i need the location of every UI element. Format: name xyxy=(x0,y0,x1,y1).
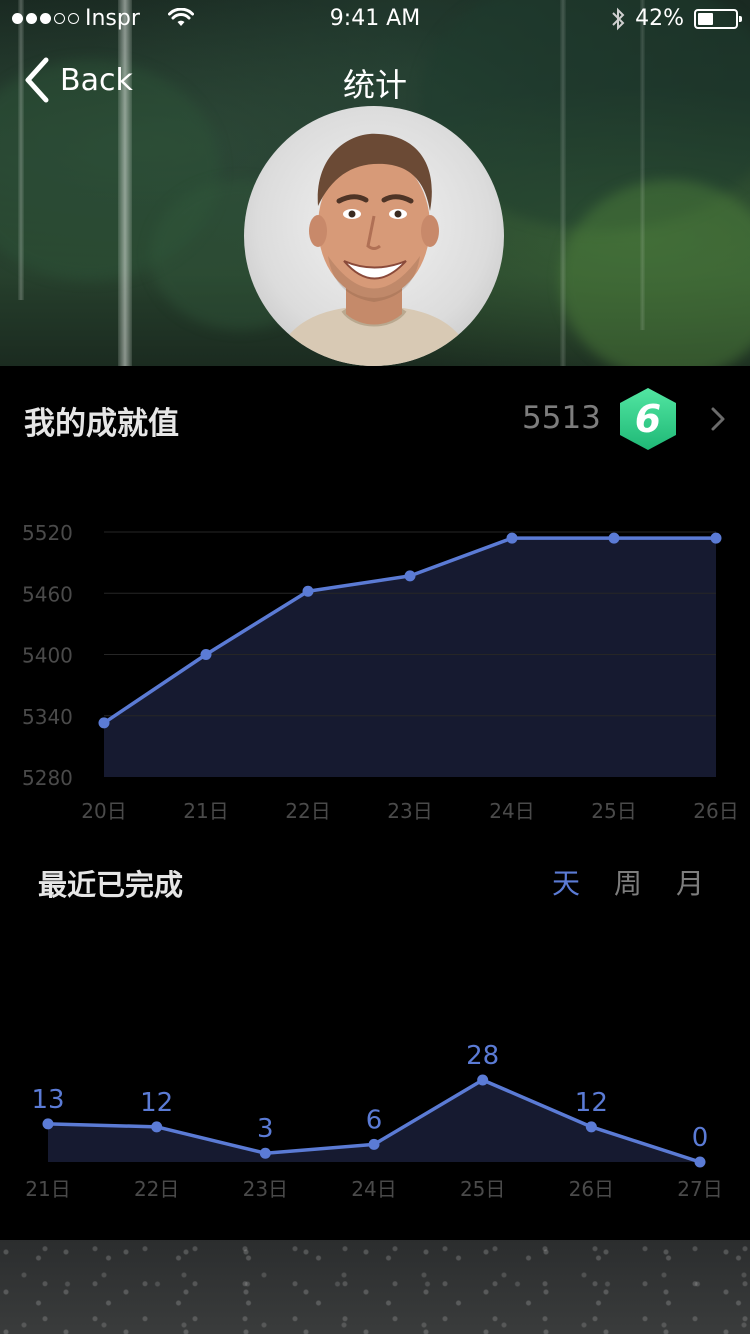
x-tick-label: 26日 xyxy=(693,799,738,823)
tab-day[interactable]: 天 xyxy=(552,862,580,902)
recent-point xyxy=(42,1118,54,1130)
status-bar: Inspr 9:41 AM 42% xyxy=(0,0,750,40)
achievement-point xyxy=(404,570,416,582)
achievement-point xyxy=(98,717,110,729)
recent-value-label: 0 xyxy=(692,1123,709,1153)
x-tick-label: 25日 xyxy=(591,799,636,823)
x-tick-label: 23日 xyxy=(243,1177,288,1201)
achievement-point xyxy=(200,649,212,660)
tab-week[interactable]: 周 xyxy=(614,862,642,902)
x-tick-label: 21日 xyxy=(25,1177,70,1201)
recent-completed-chart: 13 12 3 6 28 12 0 21日 22日 23日 24日 25日 26日 27日 xyxy=(25,1041,722,1201)
x-tick-label: 21日 xyxy=(183,799,228,823)
period-tabs: 天 周 月 xyxy=(552,862,704,902)
x-tick-label: 22日 xyxy=(134,1177,179,1201)
battery-percent: 42% xyxy=(635,6,684,31)
battery-icon xyxy=(694,8,742,29)
page-title: 统计 xyxy=(342,66,407,104)
y-tick-label: 5340 xyxy=(22,705,73,729)
avatar-portrait-icon xyxy=(274,133,474,366)
recent-value-label: 6 xyxy=(366,1105,383,1135)
x-tick-label: 22日 xyxy=(285,799,330,823)
achievement-point xyxy=(302,585,314,597)
recent-point xyxy=(151,1121,163,1133)
recent-value-label: 13 xyxy=(31,1085,64,1115)
recent-point xyxy=(368,1138,380,1150)
level-badge: 6 xyxy=(620,388,676,450)
status-right: 42% xyxy=(611,6,742,31)
tab-month[interactable]: 月 xyxy=(676,862,704,902)
x-tick-label: 26日 xyxy=(569,1177,614,1201)
recent-value-label: 12 xyxy=(140,1088,173,1118)
x-tick-label: 20日 xyxy=(81,799,126,823)
achievement-point xyxy=(710,532,722,544)
x-tick-label: 25日 xyxy=(460,1177,505,1201)
achievement-label: 我的成就值 xyxy=(24,406,179,442)
recent-point xyxy=(694,1156,706,1168)
achievement-point xyxy=(608,532,620,544)
x-tick-label: 27日 xyxy=(677,1177,722,1201)
x-tick-label: 23日 xyxy=(387,799,432,823)
recent-point xyxy=(585,1121,597,1133)
recent-point xyxy=(259,1147,271,1159)
y-tick-label: 5460 xyxy=(22,582,73,606)
achievement-point xyxy=(506,532,518,544)
x-tick-label: 24日 xyxy=(351,1177,396,1201)
chevron-right-icon[interactable] xyxy=(708,405,728,433)
recent-value-label: 12 xyxy=(575,1088,608,1118)
avatar xyxy=(244,106,504,366)
recent-point xyxy=(477,1074,489,1086)
recent-value-label: 3 xyxy=(257,1114,274,1144)
x-tick-label: 24日 xyxy=(489,799,534,823)
recent-completed-title: 最近已完成 xyxy=(38,868,184,902)
achievement-value: 5513 xyxy=(522,400,601,436)
bluetooth-icon xyxy=(612,7,625,30)
recent-value-label: 28 xyxy=(466,1041,499,1071)
level-badge-number: 6 xyxy=(635,397,661,441)
y-tick-label: 5280 xyxy=(22,766,73,790)
achievement-chart: 5520 5460 5400 5340 5280 20日 21日 22日 23日 24日 25日 26… xyxy=(22,521,739,823)
y-tick-label: 5520 xyxy=(22,521,73,545)
stats-screen: Inspr 9:41 AM 42% Back 统计 我的成就值 5513 6 5… xyxy=(0,0,750,1334)
y-tick-label: 5400 xyxy=(22,644,73,668)
bottom-background xyxy=(0,1240,750,1334)
